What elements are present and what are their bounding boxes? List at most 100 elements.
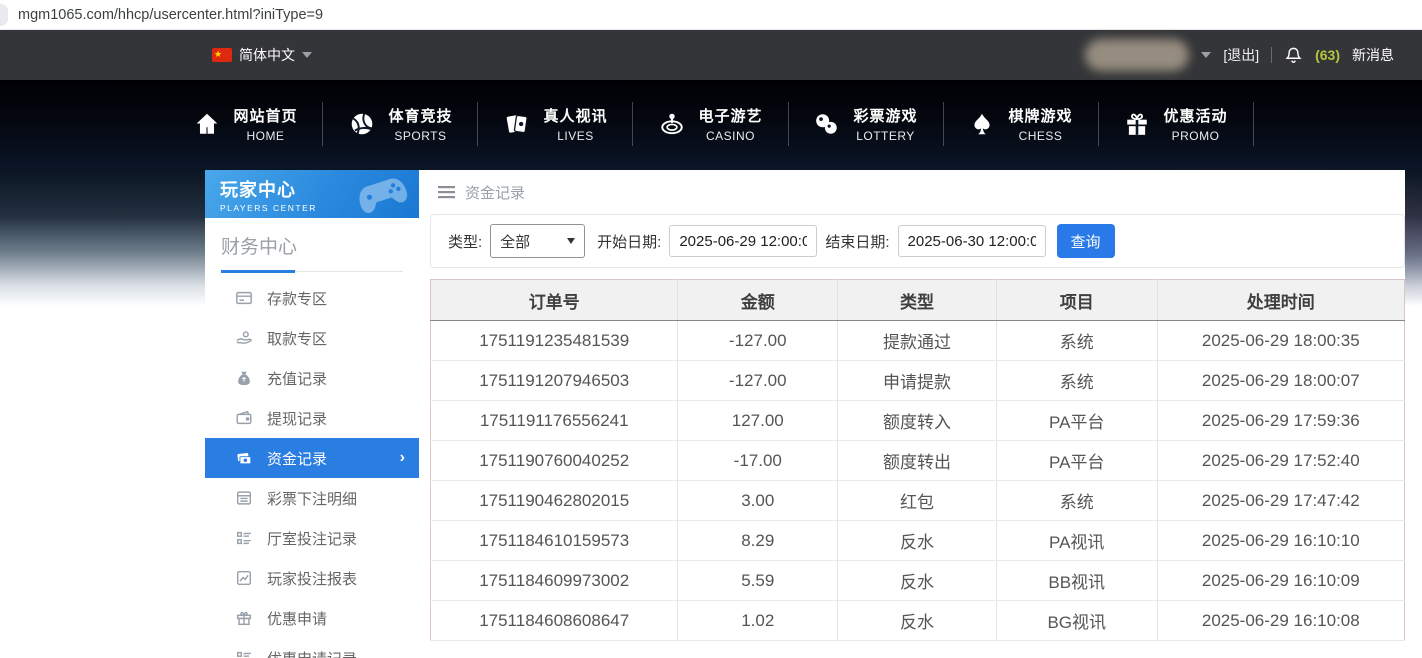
sidebar-item-lottery-bet-details[interactable]: 彩票下注明细› xyxy=(205,478,419,518)
breadcrumb-label: 资金记录 xyxy=(465,182,525,203)
table-cell: 2025-06-29 17:59:36 xyxy=(1157,401,1404,441)
table-cell: PA平台 xyxy=(996,401,1157,441)
table-cell: 2025-06-29 16:10:09 xyxy=(1157,561,1404,601)
nav-item-chess[interactable]: 棋牌游戏CHESS xyxy=(944,105,1098,143)
language-selector[interactable]: ★ 简体中文 xyxy=(212,45,312,65)
account-bar: ★ 简体中文 [退出] (63) 新消息 xyxy=(0,30,1422,80)
wallet-icon xyxy=(234,409,253,428)
sidebar-item-recharge-records[interactable]: 充值记录› xyxy=(205,358,419,398)
page-url: mgm1065.com/hhcp/usercenter.html?iniType… xyxy=(18,7,323,23)
sidebar-item-player-bet-report[interactable]: 玩家投注报表› xyxy=(205,558,419,598)
column-header: 金额 xyxy=(678,280,838,321)
sidebar-item-label: 取款专区 xyxy=(267,328,327,349)
divider xyxy=(1271,47,1272,63)
table-cell: 1751190462802015 xyxy=(431,481,678,521)
type-label: 类型: xyxy=(448,231,482,252)
end-date-input[interactable] xyxy=(898,225,1046,257)
nav-label-en: SPORTS xyxy=(394,129,446,143)
table-cell: 反水 xyxy=(838,561,997,601)
column-header: 订单号 xyxy=(431,280,678,321)
select-chevron-icon xyxy=(567,238,575,244)
nav-label-en: CHESS xyxy=(1019,129,1063,143)
table-cell: -17.00 xyxy=(678,441,838,481)
nav-item-home[interactable]: 网站首页HOME xyxy=(168,105,322,143)
sidebar-item-fund-records[interactable]: 资金记录 › xyxy=(205,438,419,478)
sidebar-item-label: 存款专区 xyxy=(267,288,327,309)
chevron-right-icon: › xyxy=(400,449,405,467)
table-cell: PA平台 xyxy=(996,441,1157,481)
sidebar-item-hall-bet-records[interactable]: 厅室投注记录› xyxy=(205,518,419,558)
nav-item-lottery[interactable]: 彩票游戏LOTTERY xyxy=(789,105,943,143)
table-cell: -127.00 xyxy=(678,321,838,361)
table-row: 1751191207946503-127.00申请提款系统2025-06-29 … xyxy=(431,361,1405,401)
hamburger-icon xyxy=(438,185,455,199)
sidebar-item-deposit-zone[interactable]: 存款专区› xyxy=(205,278,419,318)
sidebar-item-label: 充值记录 xyxy=(267,368,327,389)
nav-label-cn: 体育竞技 xyxy=(388,105,452,126)
column-header: 类型 xyxy=(838,280,997,321)
cash-stack-icon xyxy=(234,449,253,468)
nav-label-cn: 真人视讯 xyxy=(543,105,607,126)
table-cell: 1751191207946503 xyxy=(431,361,678,401)
table-cell: 1.02 xyxy=(678,601,838,641)
nav-label-cn: 电子游艺 xyxy=(698,105,762,126)
table-cell: 2025-06-29 16:10:10 xyxy=(1157,521,1404,561)
table-row: 1751190760040252-17.00额度转出PA平台2025-06-29… xyxy=(431,441,1405,481)
chart-icon xyxy=(234,569,253,588)
table-row: 1751191176556241127.00额度转入PA平台2025-06-29… xyxy=(431,401,1405,441)
section-underline xyxy=(221,271,403,272)
sidebar-item-label: 资金记录 xyxy=(267,448,327,469)
table-cell: 1751184610159573 xyxy=(431,521,678,561)
logout-link[interactable]: [退出] xyxy=(1223,45,1259,65)
table-cell: 2025-06-29 17:52:40 xyxy=(1157,441,1404,481)
language-label: 简体中文 xyxy=(239,45,295,65)
bell-icon[interactable] xyxy=(1284,46,1303,65)
money-bag-icon xyxy=(234,369,253,388)
list-check-icon xyxy=(234,649,253,658)
table-row: 1751191235481539-127.00提款通过系统2025-06-29 … xyxy=(431,321,1405,361)
table-cell: 127.00 xyxy=(678,401,838,441)
nav-label-cn: 彩票游戏 xyxy=(854,105,918,126)
cards-icon xyxy=(503,111,530,138)
browser-address-bar[interactable]: mgm1065.com/hhcp/usercenter.html?iniType… xyxy=(0,0,1422,30)
message-count[interactable]: (63) xyxy=(1315,47,1340,63)
column-header: 处理时间 xyxy=(1157,280,1404,321)
nav-item-sports[interactable]: 体育竞技 SPORTS xyxy=(323,105,477,143)
start-date-input[interactable] xyxy=(669,225,817,257)
sidebar-item-withdrawal-records[interactable]: 提现记录› xyxy=(205,398,419,438)
sidebar-item-label: 玩家投注报表 xyxy=(267,568,357,589)
start-date-label: 开始日期: xyxy=(597,231,661,252)
type-select[interactable]: 全部 xyxy=(490,224,585,258)
sidebar: 玩家中心 PLAYERS CENTER 财务中心 存款专区›取款专区›充值记录›… xyxy=(205,170,419,658)
table-row: 17511846101595738.29反水PA视讯2025-06-29 16:… xyxy=(431,521,1405,561)
user-chevron-down-icon[interactable] xyxy=(1201,52,1211,58)
nav-label-en: HOME xyxy=(246,129,284,143)
table-cell: 系统 xyxy=(996,481,1157,521)
nav-label-en: PROMO xyxy=(1172,129,1220,143)
table-cell: 2025-06-29 18:00:35 xyxy=(1157,321,1404,361)
table-cell: PA视讯 xyxy=(996,521,1157,561)
table-cell: 额度转出 xyxy=(838,441,997,481)
china-flag-icon: ★ xyxy=(212,48,232,62)
sidebar-item-label: 优惠申请记录 xyxy=(267,648,357,658)
fund-records-table: 订单号金额类型项目处理时间 1751191235481539-127.00提款通… xyxy=(430,279,1405,641)
nav-item-casino[interactable]: 电子游艺 CASINO xyxy=(633,105,787,143)
nav-label-en: CASINO xyxy=(706,129,755,143)
sidebar-item-withdraw-zone[interactable]: 取款专区› xyxy=(205,318,419,358)
sidebar-item-promo-apply-records[interactable]: 优惠申请记录› xyxy=(205,638,419,658)
sidebar-item-promo-apply[interactable]: 优惠申请› xyxy=(205,598,419,638)
nav-item-lives[interactable]: 真人视讯LIVES xyxy=(478,105,632,143)
table-cell: 系统 xyxy=(996,321,1157,361)
home-icon xyxy=(193,111,220,138)
table-cell: 2025-06-29 16:10:08 xyxy=(1157,601,1404,641)
nav-item-promo[interactable]: 优惠活动PROMO xyxy=(1099,105,1253,143)
username-redacted[interactable] xyxy=(1085,39,1189,71)
sidebar-item-label: 优惠申请 xyxy=(267,608,327,629)
deposit-card-icon xyxy=(234,289,253,308)
new-messages-link[interactable]: 新消息 xyxy=(1352,45,1394,65)
table-cell: 红包 xyxy=(838,481,997,521)
table-cell: 1751184608608647 xyxy=(431,601,678,641)
table-cell: 2025-06-29 18:00:07 xyxy=(1157,361,1404,401)
search-button[interactable]: 查询 xyxy=(1057,224,1115,258)
sidebar-menu: 存款专区›取款专区›充值记录›提现记录›资金记录›彩票下注明细›厅室投注记录›玩… xyxy=(205,278,419,658)
